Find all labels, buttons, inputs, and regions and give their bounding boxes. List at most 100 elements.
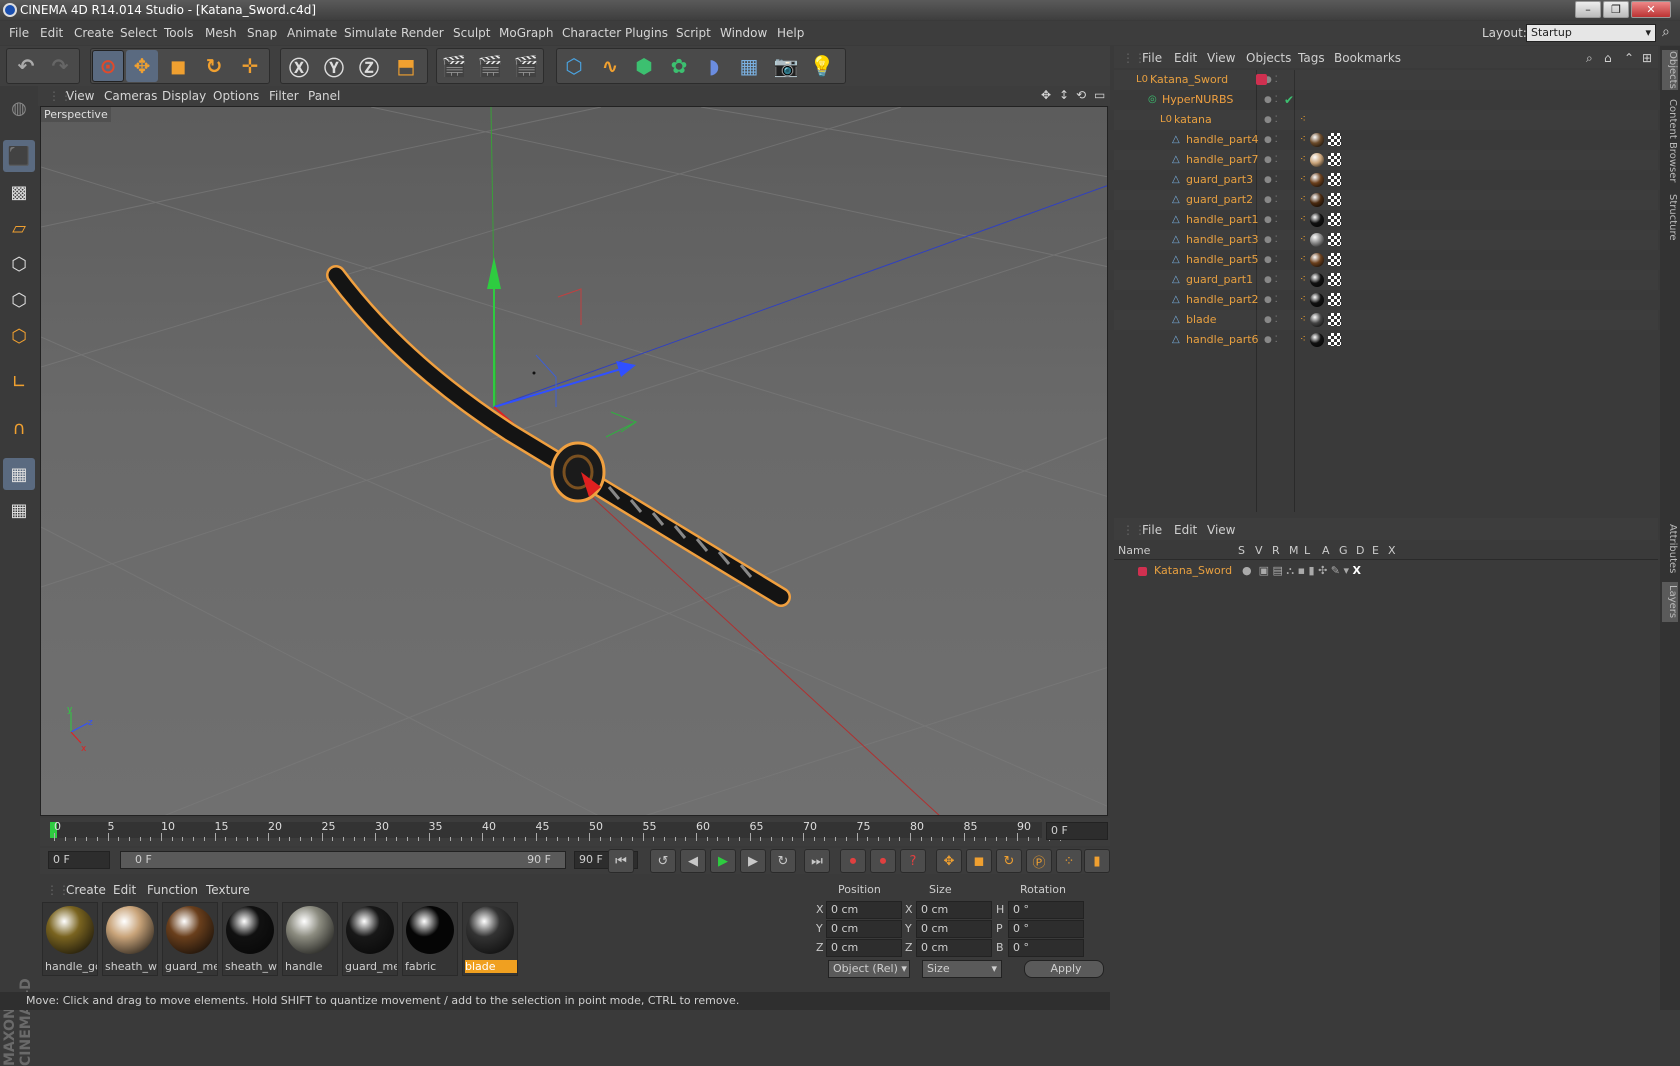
object-row[interactable]: ◎ HyperNURBS ● ⁚ ✔	[1114, 90, 1658, 110]
light-icon[interactable]: 💡	[806, 50, 838, 82]
3d-viewport[interactable]: y z x Perspective	[40, 106, 1108, 816]
menu-mesh[interactable]: Mesh	[205, 26, 237, 40]
menu-snap[interactable]: Snap	[247, 26, 277, 40]
menu-tools[interactable]: Tools	[164, 26, 194, 40]
layer-column-l[interactable]: L	[1304, 544, 1310, 557]
phong-tag-icon[interactable]: ⁖	[1300, 130, 1306, 150]
cube-object-icon[interactable]: ⬡	[558, 50, 590, 82]
uvw-tag-icon[interactable]	[1328, 273, 1341, 286]
phong-tag-icon[interactable]: ⁖	[1300, 190, 1306, 210]
material-tag-icon[interactable]	[1310, 293, 1324, 307]
key-position-icon[interactable]: ✥	[936, 849, 962, 873]
object-row[interactable]: △ handle_part2 ● ⁚ ⁖	[1114, 290, 1658, 310]
objects-menu-tags[interactable]: Tags	[1298, 51, 1325, 65]
tab-content-browser[interactable]: Content Browser	[1662, 96, 1678, 186]
uvw-tag-icon[interactable]	[1328, 213, 1341, 226]
apply-button[interactable]: Apply	[1024, 960, 1104, 978]
viewport-menu-view[interactable]: View	[66, 89, 94, 103]
object-row[interactable]: △ handle_part5 ● ⁚ ⁖	[1114, 250, 1658, 270]
objects-menu-view[interactable]: View	[1207, 51, 1235, 65]
timeline-ruler[interactable]: 0 5 10 15 20 25 30 35 40 45 50 55 60 65 70 75 80 85 90 0 F	[40, 818, 1110, 846]
redo-icon[interactable]: ↷	[44, 50, 76, 82]
menu-mograph[interactable]: MoGraph	[499, 26, 554, 40]
visibility-dots[interactable]: ● ⁚	[1264, 150, 1278, 170]
material-menu-edit[interactable]: Edit	[113, 883, 136, 897]
points-mode-icon[interactable]: ⬡	[3, 248, 35, 280]
objects-menu-objects[interactable]: Objects	[1246, 51, 1291, 65]
tab-attributes[interactable]: Attributes	[1662, 522, 1678, 576]
object-row[interactable]: △ handle_part6 ● ⁚ ⁖	[1114, 330, 1658, 350]
menu-render[interactable]: Render	[401, 26, 444, 40]
rotation-field[interactable]: 0 °	[1008, 901, 1084, 919]
phong-tag-icon[interactable]: ⁖	[1300, 270, 1306, 290]
menu-simulate[interactable]: Simulate	[344, 26, 397, 40]
layer-column-e[interactable]: E	[1372, 544, 1379, 557]
record-active-objects-icon[interactable]: ⏺	[840, 849, 866, 873]
polygons-mode-icon[interactable]: ⬡	[3, 320, 35, 352]
menu-script[interactable]: Script	[676, 26, 711, 40]
material-swatch[interactable]: fabric	[402, 902, 458, 976]
menu-select[interactable]: Select	[120, 26, 157, 40]
phong-tag-icon[interactable]: ⁖	[1300, 150, 1306, 170]
navigate-up-icon[interactable]: ⌃	[1624, 51, 1634, 65]
layer-column-m[interactable]: M	[1289, 544, 1299, 557]
layer-column-v[interactable]: V	[1255, 544, 1263, 557]
uvw-tag-icon[interactable]	[1328, 233, 1341, 246]
objects-menu-edit[interactable]: Edit	[1174, 51, 1197, 65]
last-tool-icon[interactable]: ✛	[234, 50, 266, 82]
uvw-tag-icon[interactable]	[1328, 253, 1341, 266]
uvw-tag-icon[interactable]	[1328, 153, 1341, 166]
phong-tag-icon[interactable]: ⁖	[1300, 250, 1306, 270]
layer-column-name[interactable]: Name	[1118, 544, 1150, 557]
position-field[interactable]: 0 cm	[826, 901, 902, 919]
menu-plugins[interactable]: Plugins	[625, 26, 668, 40]
visibility-dots[interactable]: ● ⁚	[1264, 110, 1278, 130]
render-view-icon[interactable]: 🎬	[438, 50, 470, 82]
visibility-dots[interactable]: ● ⁚	[1264, 130, 1278, 150]
workplane-grid-icon[interactable]: ▦	[3, 494, 35, 526]
y-axis-lock-icon[interactable]: Ⓨ	[318, 50, 350, 82]
layer-column-s[interactable]: S	[1238, 544, 1245, 557]
visibility-dots[interactable]: ● ⁚	[1264, 290, 1278, 310]
uvw-tag-icon[interactable]	[1328, 313, 1341, 326]
menu-help[interactable]: Help	[777, 26, 804, 40]
object-row[interactable]: △ guard_part3 ● ⁚ ⁖	[1114, 170, 1658, 190]
menu-file[interactable]: File	[9, 26, 29, 40]
object-name[interactable]: handle_part5	[1186, 250, 1259, 270]
position-field[interactable]: 0 cm	[826, 920, 902, 938]
undo-icon[interactable]: ↶	[10, 50, 42, 82]
material-swatch[interactable]: sheath_wo	[222, 902, 278, 976]
rotate-icon[interactable]: ↻	[198, 50, 230, 82]
material-menu-function[interactable]: Function	[147, 883, 198, 897]
size-field[interactable]: 0 cm	[916, 920, 992, 938]
viewport-move-icon[interactable]: ✥	[1041, 88, 1051, 102]
object-name[interactable]: guard_part3	[1186, 170, 1253, 190]
uvw-tag-icon[interactable]	[1328, 193, 1341, 206]
layer-column-r[interactable]: R	[1272, 544, 1280, 557]
range-slider[interactable]: 0 F 90 F	[120, 851, 566, 869]
floor-icon[interactable]: ▦	[733, 50, 765, 82]
menu-animate[interactable]: Animate	[287, 26, 337, 40]
phong-tag-icon[interactable]: ⁖	[1300, 230, 1306, 250]
object-row[interactable]: △ handle_part1 ● ⁚ ⁖	[1114, 210, 1658, 230]
material-swatch[interactable]: handle_go	[42, 902, 98, 976]
visibility-dots[interactable]: ● ⁚	[1264, 170, 1278, 190]
object-name[interactable]: blade	[1186, 310, 1217, 330]
key-rotation-icon[interactable]: ↻	[996, 849, 1022, 873]
object-row[interactable]: △ handle_part4 ● ⁚ ⁖	[1114, 130, 1658, 150]
workplane-lock-icon[interactable]: ▦	[3, 458, 35, 490]
axis-mode-icon[interactable]: ∟	[3, 366, 35, 398]
make-editable-icon[interactable]: ◍	[3, 92, 35, 124]
object-row[interactable]: △ guard_part1 ● ⁚ ⁖	[1114, 270, 1658, 290]
viewport-zoom-icon[interactable]: ↕	[1059, 88, 1069, 102]
next-key-icon[interactable]: ↻	[770, 849, 796, 873]
layer-column-g[interactable]: G	[1339, 544, 1348, 557]
rotation-handle-y[interactable]	[605, 411, 638, 438]
object-row[interactable]: △ blade ● ⁚ ⁖	[1114, 310, 1658, 330]
z-move-handle[interactable]	[493, 368, 622, 408]
size-field[interactable]: 0 cm	[916, 939, 992, 957]
layer-column-d[interactable]: D	[1356, 544, 1364, 557]
new-panel-icon[interactable]: ⊞	[1642, 51, 1652, 65]
menu-character[interactable]: Character	[562, 26, 621, 40]
autokeying-icon[interactable]: ⏺	[870, 849, 896, 873]
